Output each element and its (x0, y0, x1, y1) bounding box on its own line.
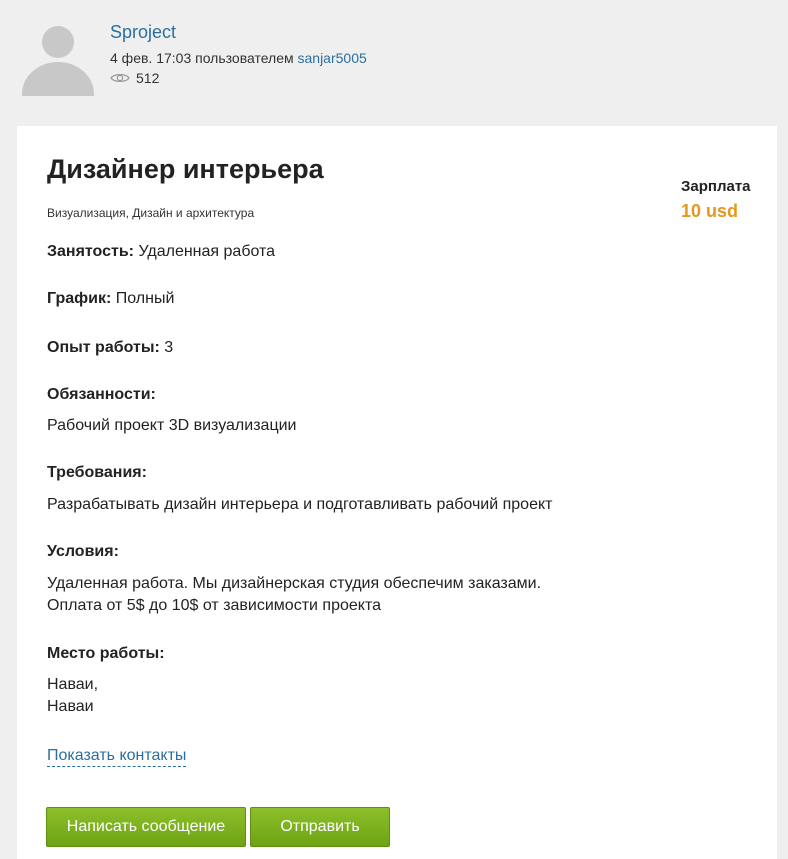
show-contacts-link[interactable]: Показать контакты (47, 746, 187, 767)
employment-field: Занятость: Удаленная работа (47, 243, 275, 261)
experience-label: Опыт работы: (47, 339, 160, 356)
experience-field: Опыт работы: 3 (47, 339, 173, 357)
views-count: 512 (136, 70, 160, 86)
conditions-text: Удаленная работа. Мы дизайнерская студия… (47, 573, 541, 617)
username-link[interactable]: sanjar5005 (298, 50, 367, 66)
conditions-heading: Условия: (47, 543, 119, 561)
location-line-2: Наваи (47, 698, 94, 715)
eye-icon (110, 73, 130, 83)
duties-heading: Обязанности: (47, 386, 156, 404)
conditions-line-1: Удаленная работа. Мы дизайнерская студия… (47, 575, 542, 592)
requirements-heading: Требования: (47, 464, 147, 482)
salary-label: Зарплата (681, 178, 751, 195)
post-header: Sproject 4 фев. 17:03 пользователем sanj… (0, 0, 788, 126)
duties-text: Рабочий проект 3D визуализации (47, 417, 297, 434)
location-line-1: Наваи, (47, 676, 99, 693)
default-user-icon (22, 26, 94, 96)
salary-value: 10 usd (681, 201, 739, 221)
salary-box: Зарплата 10 usd (681, 178, 751, 222)
location-label: Место работы: (47, 645, 165, 662)
job-category: Визуализация, Дизайн и архитектура (47, 206, 255, 220)
send-button[interactable]: Отправить (250, 807, 390, 847)
conditions-label: Условия: (47, 543, 119, 560)
schedule-label: График: (47, 290, 112, 307)
avatar[interactable] (22, 22, 94, 96)
experience-value: 3 (159, 339, 174, 356)
schedule-field: График: Полный (47, 290, 174, 308)
write-message-button[interactable]: Написать сообщение (46, 807, 246, 847)
author-name-link[interactable]: Sproject (110, 22, 176, 43)
job-title: Дизайнер интерьера (47, 154, 324, 184)
requirements-label: Требования: (47, 464, 147, 481)
job-card: Дизайнер интерьера Визуализация, Дизайн … (17, 126, 777, 859)
post-meta: 4 фев. 17:03 пользователем sanjar5005 (110, 50, 367, 66)
location-heading: Место работы: (47, 645, 165, 663)
employment-value: Удаленная работа (134, 243, 276, 260)
employment-label: Занятость: (47, 243, 135, 260)
location-text: Наваи, Наваи (47, 674, 98, 718)
schedule-value: Полный (111, 290, 175, 307)
duties-label: Обязанности: (47, 386, 156, 403)
requirements-text: Разрабатывать дизайн интерьера и подгота… (47, 496, 553, 513)
views-counter: 512 (110, 70, 159, 86)
posted-time-text: 4 фев. 17:03 пользователем (110, 50, 298, 66)
conditions-line-2: Оплата от 5$ до 10$ от зависимости проек… (47, 597, 381, 614)
